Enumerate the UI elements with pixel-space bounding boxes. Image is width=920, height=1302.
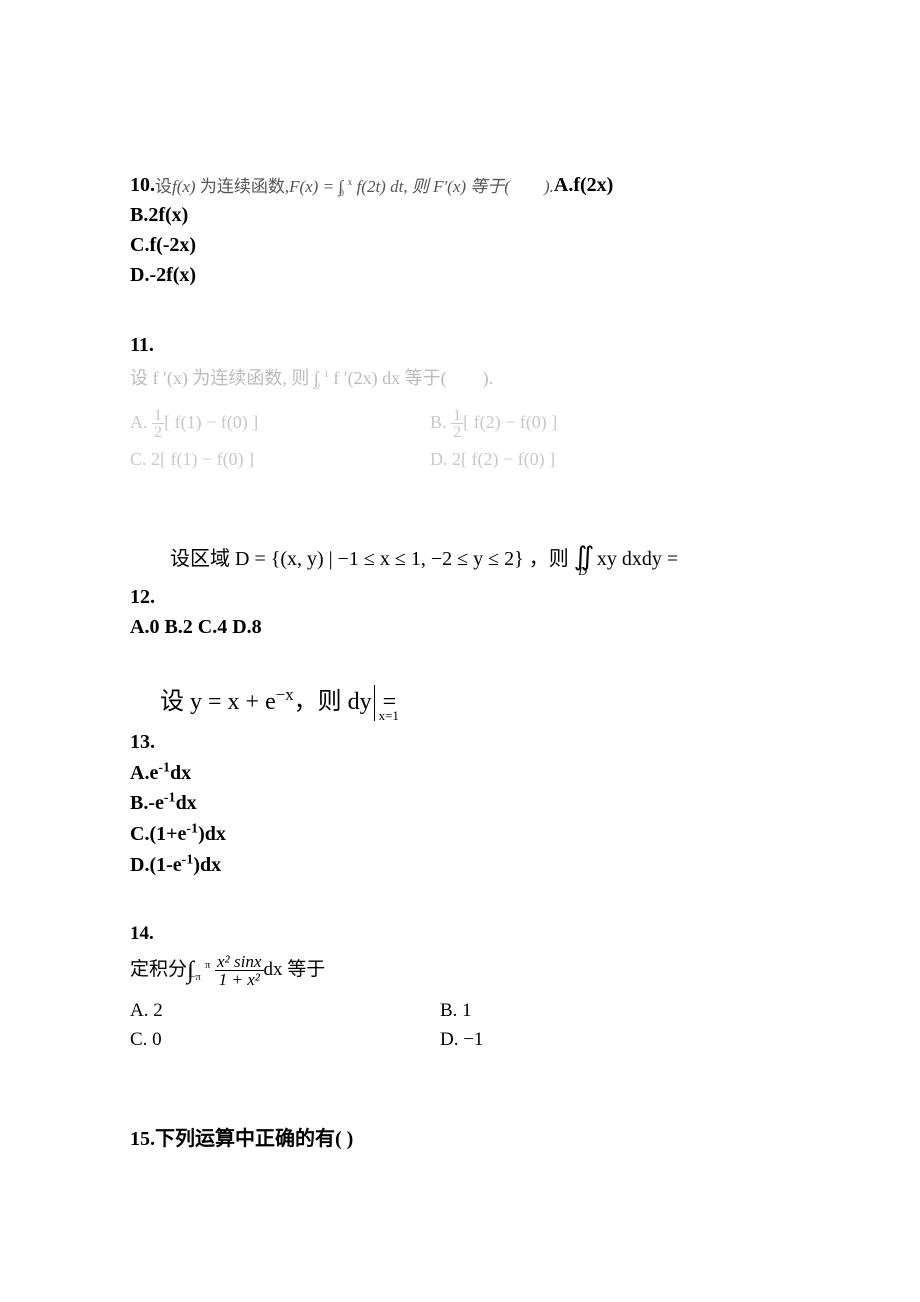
- q11-stem: 设 f ′(x) 为连续函数, 则 ∫01 f ′(2x) dx 等于( ).: [130, 360, 790, 396]
- q11-option-d: D. 2[ f(2) − f(0) ]: [430, 441, 690, 477]
- q10-option-d: D.-2f(x): [130, 264, 196, 286]
- q15-number: 15.: [130, 1128, 155, 1150]
- question-12: 设区域 D = {(x, y) | −1 ≤ x ≤ 1, −2 ≤ y ≤ 2…: [130, 537, 790, 642]
- q10-option-b: B.2f(x): [130, 204, 188, 226]
- q11-option-a: A. 12[ f(1) − f(0) ]: [130, 404, 430, 441]
- q14-option-c: C. 0: [130, 1026, 440, 1055]
- question-11: 11. 设 f ′(x) 为连续函数, 则 ∫01 f ′(2x) dx 等于(…: [130, 330, 790, 477]
- q13-option-b: B.-e-1dx: [130, 792, 197, 814]
- q11-image-block: 设 f ′(x) 为连续函数, 则 ∫01 f ′(2x) dx 等于( ). …: [130, 360, 790, 477]
- q15-stem: 下列运算中正确的有( ): [155, 1128, 353, 1150]
- q14-option-d: D. −1: [440, 1026, 483, 1055]
- q10-stem-image: 设f(x) 为连续函数,F(x) = ∫0x f(2t) dt, 则 F′(x)…: [155, 177, 554, 196]
- q11-number: 11.: [130, 330, 790, 360]
- question-14: 14. 定积分∫−ππ x² sinx1 + x²dx 等于 A. 2 B. 1…: [130, 920, 790, 1055]
- q10-option-a: A.f(2x): [554, 174, 613, 196]
- q14-number: 14.: [130, 920, 790, 949]
- q13-option-a: A.e-1dx: [130, 762, 191, 784]
- q14-option-b: B. 1: [440, 997, 472, 1026]
- q12-number: 12.: [130, 586, 155, 608]
- q13-option-c: C.(1+e-1)dx: [130, 823, 226, 845]
- q14-option-a: A. 2: [130, 997, 440, 1026]
- q10-option-c: C.f(-2x): [130, 234, 196, 256]
- question-13: 设 y = x + e−x，则 dyx=1 = 13. A.e-1dx B.-e…: [130, 682, 790, 880]
- q13-stem-image: 设 y = x + e−x，则 dyx=1 =: [160, 682, 790, 721]
- q12-stem-image: 设区域 D = {(x, y) | −1 ≤ x ≤ 1, −2 ≤ y ≤ 2…: [170, 537, 790, 576]
- q11-option-c: C. 2[ f(1) − f(0) ]: [130, 441, 430, 477]
- q11-option-b: B. 12[ f(2) − f(0) ]: [430, 404, 690, 441]
- question-15: 15.下列运算中正确的有( ): [130, 1124, 790, 1154]
- q10-number: 10.: [130, 174, 155, 196]
- q13-option-d: D.(1-e-1)dx: [130, 854, 221, 876]
- q13-number: 13.: [130, 731, 155, 753]
- q12-options: A.0 B.2 C.4 D.8: [130, 616, 262, 638]
- q14-stem: 定积分∫−ππ x² sinx1 + x²dx 等于: [130, 952, 790, 989]
- question-10: 10.设f(x) 为连续函数,F(x) = ∫0x f(2t) dt, 则 F′…: [130, 170, 790, 290]
